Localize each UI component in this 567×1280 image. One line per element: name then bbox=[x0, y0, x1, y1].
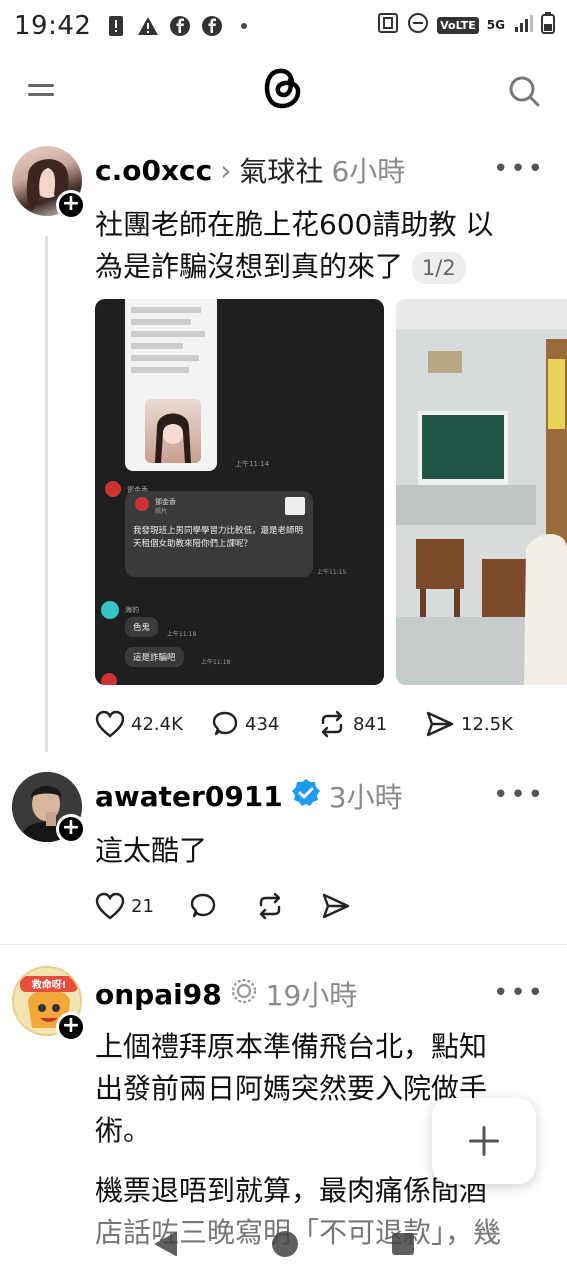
dot-icon bbox=[233, 15, 255, 37]
top-bar bbox=[0, 56, 567, 126]
more-options-icon[interactable]: ••• bbox=[493, 154, 545, 184]
thread-line bbox=[45, 236, 48, 752]
share-button[interactable] bbox=[321, 892, 351, 920]
like-count: 42.4K bbox=[131, 713, 183, 735]
threads-logo[interactable] bbox=[262, 64, 304, 112]
home-icon[interactable] bbox=[270, 1229, 300, 1263]
signal-icon bbox=[513, 13, 533, 37]
post-header: awater0911 3小時 bbox=[95, 776, 403, 816]
5g-icon: 5G bbox=[486, 18, 505, 32]
post-time: 6小時 bbox=[331, 155, 406, 188]
compose-button[interactable] bbox=[432, 1098, 536, 1184]
threads-circle-icon bbox=[230, 977, 258, 1012]
post-text: 社團老師在脆上花600請助教 以 為是詐騙沒想到真的來了 1/2 bbox=[95, 208, 494, 284]
username[interactable]: onpai98 bbox=[95, 978, 222, 1011]
sim-alert-icon bbox=[105, 15, 127, 37]
more-options-icon[interactable]: ••• bbox=[493, 978, 545, 1008]
status-bar: 19:42 VoLTE 5G bbox=[0, 0, 567, 52]
follow-button[interactable]: + bbox=[56, 814, 86, 844]
facebook-icon bbox=[169, 15, 191, 37]
post-image-chat-screenshot[interactable]: 上午11:14 鄧金香 鄧金香 照片 我發現班上男同學學習力比較低，還是老師明天… bbox=[95, 299, 384, 685]
more-options-icon[interactable]: ••• bbox=[493, 780, 545, 810]
share-button[interactable]: 12.5K bbox=[425, 710, 513, 738]
heart-icon bbox=[95, 892, 125, 920]
post-image-classroom[interactable] bbox=[396, 299, 567, 685]
send-icon bbox=[426, 711, 454, 737]
post-divider bbox=[0, 944, 567, 945]
menu-icon[interactable] bbox=[28, 78, 58, 104]
volte-icon: VoLTE bbox=[437, 16, 479, 34]
username[interactable]: c.o0xcc bbox=[95, 154, 212, 187]
repost-button[interactable]: 841 bbox=[317, 710, 425, 738]
comment-icon bbox=[190, 893, 216, 918]
post-time: 3小時 bbox=[328, 781, 403, 814]
repost-button[interactable] bbox=[255, 892, 321, 920]
search-icon[interactable] bbox=[507, 74, 541, 108]
comment-icon bbox=[212, 711, 238, 736]
warning-icon bbox=[137, 15, 159, 37]
comment-button[interactable]: 434 bbox=[211, 710, 317, 738]
back-icon[interactable] bbox=[152, 1230, 180, 1262]
post-text: 這太酷了 bbox=[95, 834, 208, 867]
share-count: 12.5K bbox=[461, 713, 513, 735]
post-card[interactable]: + awater0911 3小時 ••• 這太酷了 21 bbox=[0, 766, 567, 942]
chevron-right-icon: › bbox=[220, 153, 232, 187]
like-button[interactable]: 42.4K bbox=[95, 710, 211, 738]
like-count: 21 bbox=[131, 895, 154, 917]
status-time: 19:42 bbox=[14, 11, 92, 41]
comment-count: 434 bbox=[245, 713, 280, 735]
post-header: c.o0xcc › 氣球社 6小時 bbox=[95, 150, 405, 190]
recents-icon[interactable] bbox=[390, 1231, 416, 1261]
post-actions: 42.4K 434 841 12.5K bbox=[95, 710, 513, 738]
battery-icon bbox=[541, 12, 555, 38]
verified-badge-icon bbox=[291, 778, 321, 815]
image-pager-badge: 1/2 bbox=[411, 252, 466, 284]
follow-button[interactable]: + bbox=[56, 190, 86, 220]
facebook-icon bbox=[201, 15, 223, 37]
plus-icon bbox=[469, 1126, 499, 1156]
community-name[interactable]: 氣球社 bbox=[239, 150, 323, 190]
post-card[interactable]: + c.o0xcc › 氣球社 6小時 ••• 社團老師在脆上花600請助教 以… bbox=[0, 140, 567, 760]
comment-button[interactable] bbox=[189, 892, 255, 920]
username[interactable]: awater0911 bbox=[95, 780, 283, 813]
repost-count: 841 bbox=[353, 713, 388, 735]
like-button[interactable]: 21 bbox=[95, 892, 189, 920]
heart-icon bbox=[95, 710, 125, 738]
post-actions: 21 bbox=[95, 892, 351, 920]
post-time: 19小時 bbox=[265, 979, 358, 1012]
system-nav-bar bbox=[0, 1212, 567, 1280]
repost-icon bbox=[259, 892, 281, 920]
repost-icon bbox=[321, 710, 343, 738]
svg-text:救命呀!: 救命呀! bbox=[32, 978, 67, 991]
post-header: onpai98 19小時 bbox=[95, 974, 357, 1014]
nfc-icon bbox=[377, 12, 399, 38]
dnd-icon bbox=[407, 12, 429, 38]
follow-button[interactable]: + bbox=[56, 1012, 86, 1042]
send-icon bbox=[322, 893, 350, 919]
